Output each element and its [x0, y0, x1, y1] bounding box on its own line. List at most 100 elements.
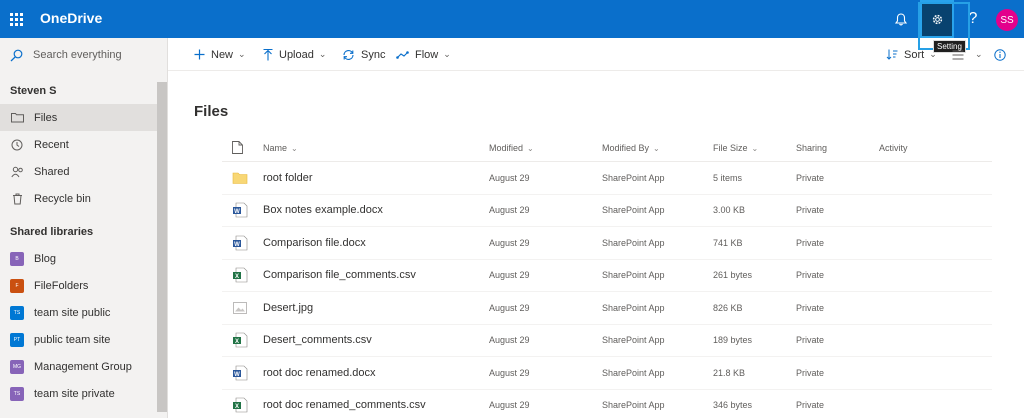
settings-button[interactable]	[920, 0, 954, 38]
column-header-file-size[interactable]: File Size ⌄	[713, 143, 758, 153]
sync-label: Sync	[361, 48, 386, 61]
file-modified: August 29	[489, 205, 530, 216]
word-file-icon: W	[233, 235, 248, 251]
column-header-modified-by[interactable]: Modified By ⌄	[602, 143, 660, 153]
library-logo: B	[10, 251, 24, 266]
file-size: 3.00 KB	[713, 205, 746, 216]
view-options-button[interactable]: ⌄	[952, 38, 983, 71]
app-launcher-button[interactable]	[0, 0, 32, 38]
file-name[interactable]: Comparison file.docx	[263, 237, 366, 249]
library-label: team site public	[34, 306, 111, 319]
search-box[interactable]: Search everything	[0, 38, 168, 72]
folder-icon	[232, 172, 248, 184]
help-button[interactable]: ?	[956, 0, 990, 38]
info-button[interactable]	[994, 38, 1012, 71]
table-row[interactable]: W Box notes example.docx August 29 Share…	[222, 195, 992, 227]
column-label: Modified By	[602, 143, 650, 153]
file-modified-by: SharePoint App	[602, 237, 665, 248]
table-row[interactable]: root folder August 29 SharePoint App 5 i…	[222, 162, 992, 195]
search-icon	[10, 49, 23, 61]
library-label: FileFolders	[34, 279, 89, 292]
table-row[interactable]: X root doc renamed_comments.csv August 2…	[222, 390, 992, 418]
list-view-icon	[952, 50, 964, 59]
library-item-management-group[interactable]: MG Management Group	[0, 353, 157, 380]
avatar[interactable]: SS	[996, 9, 1018, 31]
svg-text:W: W	[234, 209, 240, 215]
table-row[interactable]: Desert.jpg August 29 SharePoint App 826 …	[222, 292, 992, 325]
column-label: File Size	[713, 143, 748, 153]
sync-button[interactable]: Sync	[342, 38, 385, 71]
column-header-modified[interactable]: Modified ⌄	[489, 143, 534, 153]
library-item-blog[interactable]: B Blog	[0, 245, 157, 272]
shared-libraries-heading[interactable]: Shared libraries	[10, 226, 93, 238]
clock-icon	[10, 138, 24, 152]
file-name[interactable]: root folder	[263, 172, 313, 184]
new-label: New	[211, 48, 234, 61]
nav-item-label: Recent	[34, 138, 69, 151]
column-header-activity[interactable]: Activity	[879, 143, 908, 153]
upload-button[interactable]: Upload ⌄	[263, 38, 326, 71]
file-modified: August 29	[489, 400, 530, 411]
library-item-public-team-site[interactable]: PT public team site	[0, 326, 157, 353]
table-row[interactable]: X Comparison file_comments.csv August 29…	[222, 260, 992, 292]
word-file-icon: W	[233, 365, 248, 381]
nav-item-recent[interactable]: Recent	[0, 131, 157, 158]
file-size: 261 bytes	[713, 270, 753, 281]
svg-text:W: W	[234, 242, 240, 248]
file-sharing: Private	[796, 400, 825, 411]
nav-user-name: Steven S	[10, 85, 57, 97]
file-name[interactable]: root doc renamed_comments.csv	[263, 399, 426, 411]
search-placeholder: Search everything	[33, 49, 122, 61]
file-name[interactable]: Desert_comments.csv	[263, 334, 372, 346]
sync-icon	[343, 49, 354, 60]
file-name[interactable]: Box notes example.docx	[263, 204, 383, 216]
file-modified-by: SharePoint App	[602, 335, 665, 346]
upload-label: Upload	[279, 48, 314, 61]
sort-button[interactable]: Sort ⌄	[886, 38, 937, 71]
new-button[interactable]: New ⌄	[194, 38, 246, 71]
library-item-team-site-public[interactable]: TS team site public	[0, 299, 157, 326]
sort-icon	[886, 49, 898, 60]
notifications-button[interactable]	[884, 0, 918, 38]
column-header-name[interactable]: Name ⌄	[263, 143, 298, 153]
word-file-icon: W	[233, 202, 248, 218]
table-row[interactable]: W Comparison file.docx August 29 SharePo…	[222, 227, 992, 260]
excel-file-icon: X	[233, 332, 248, 348]
file-name[interactable]: root doc renamed.docx	[263, 367, 376, 379]
table-row[interactable]: X Desert_comments.csv August 29 SharePoi…	[222, 325, 992, 357]
nav-item-shared[interactable]: Shared	[0, 158, 157, 185]
file-type-column-icon[interactable]	[232, 141, 243, 154]
chevron-down-icon: ⌄	[975, 49, 983, 59]
upload-icon	[263, 48, 273, 60]
file-modified: August 29	[489, 302, 530, 313]
column-label: Sharing	[796, 143, 828, 153]
library-item-filefolders[interactable]: F FileFolders	[0, 272, 157, 299]
column-label: Name	[263, 143, 288, 153]
nav-scrollbar[interactable]	[157, 82, 167, 412]
flow-button[interactable]: Flow ⌄	[396, 38, 451, 71]
nav-item-recycle-bin[interactable]: Recycle bin	[0, 185, 157, 212]
waffle-icon	[9, 12, 23, 26]
library-label: Blog	[34, 252, 57, 265]
file-modified: August 29	[489, 237, 530, 248]
info-icon	[994, 48, 1006, 61]
nav-item-files[interactable]: Files	[0, 104, 157, 131]
column-header-sharing[interactable]: Sharing	[796, 143, 827, 153]
file-modified-by: SharePoint App	[602, 270, 665, 281]
people-icon	[10, 165, 24, 179]
sort-label: Sort	[904, 48, 925, 61]
left-nav: Search everything Steven S Files Recent …	[0, 38, 168, 418]
chevron-down-icon: ⌄	[318, 49, 327, 59]
library-logo: PT	[10, 332, 24, 347]
table-row[interactable]: W root doc renamed.docx August 29 ShareP…	[222, 357, 992, 390]
app-title[interactable]: OneDrive	[40, 10, 102, 26]
gear-icon	[932, 14, 942, 24]
top-bar: OneDrive ? SS	[0, 0, 1024, 38]
library-item-team-site-private[interactable]: TS team site private	[0, 380, 157, 407]
file-sharing: Private	[796, 335, 825, 346]
library-label: Management Group	[34, 360, 132, 373]
svg-text:X: X	[235, 274, 239, 280]
file-name[interactable]: Desert.jpg	[263, 302, 313, 314]
page-title: Files	[194, 103, 229, 120]
file-name[interactable]: Comparison file_comments.csv	[263, 269, 416, 281]
